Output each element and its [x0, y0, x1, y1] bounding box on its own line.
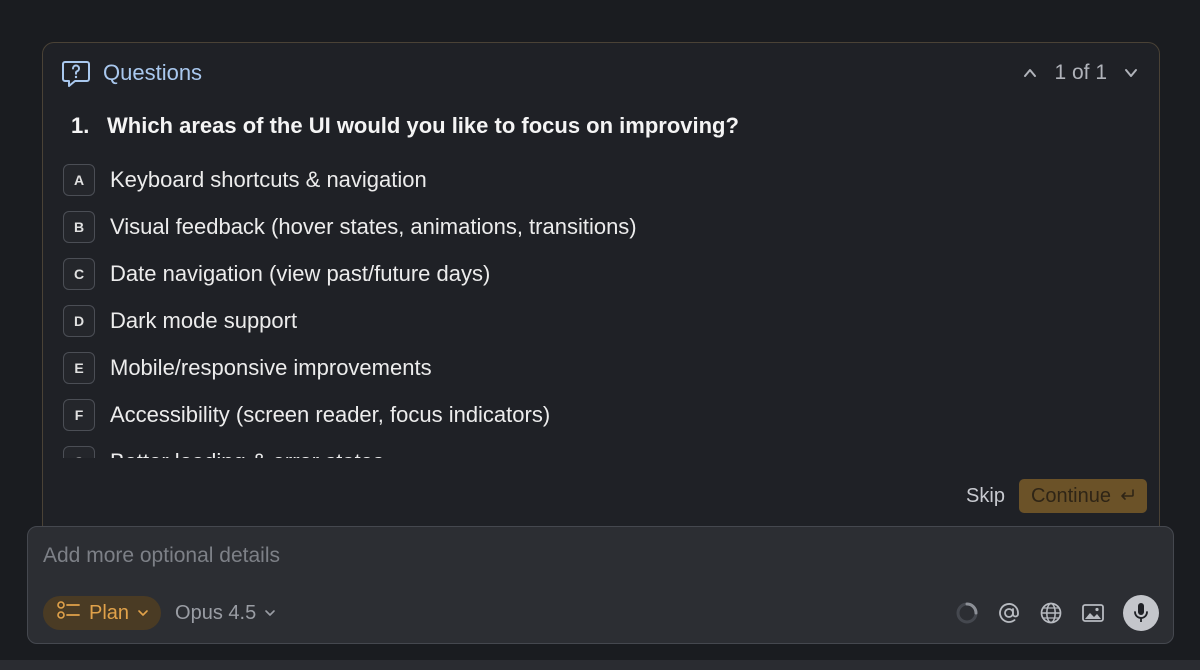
option-label: Keyboard shortcuts & navigation	[110, 166, 427, 192]
image-icon[interactable]	[1081, 601, 1105, 625]
option-key: D	[63, 304, 95, 337]
details-input[interactable]	[43, 541, 1143, 571]
microphone-icon[interactable]	[1123, 595, 1159, 631]
option-d[interactable]: D Dark mode support	[63, 297, 1063, 344]
bottom-strip	[0, 660, 1200, 670]
loading-spinner-icon	[955, 601, 979, 625]
question-number: 1.	[71, 113, 90, 138]
question-actions: Skip Continue	[966, 479, 1147, 513]
mode-selector[interactable]: Plan	[43, 596, 162, 630]
option-f[interactable]: F Accessibility (screen reader, focus in…	[63, 391, 1063, 438]
option-e[interactable]: E Mobile/responsive improvements	[63, 344, 1063, 391]
composer: Plan Opus 4.5	[27, 526, 1174, 644]
option-key: F	[63, 398, 95, 431]
option-label: Date navigation (view past/future days)	[110, 260, 491, 286]
questions-title: Questions	[103, 60, 203, 85]
skip-button[interactable]: Skip	[966, 485, 1005, 508]
continue-label: Continue	[1030, 484, 1111, 507]
option-key: B	[63, 210, 95, 243]
options-list: A Keyboard shortcuts & navigation B Visu…	[63, 156, 1063, 458]
composer-tools	[955, 595, 1159, 631]
option-label: Visual feedback (hover states, animation…	[110, 213, 637, 239]
option-label: Mobile/responsive improvements	[110, 354, 432, 380]
composer-toolbar: Plan Opus 4.5	[43, 595, 1159, 631]
chevron-up-icon[interactable]	[1020, 63, 1040, 83]
option-key: C	[63, 257, 95, 290]
question-pager: 1 of 1	[1020, 61, 1141, 85]
chevron-down-icon	[264, 602, 276, 625]
option-c[interactable]: C Date navigation (view past/future days…	[63, 250, 1063, 297]
question-heading: 1. Which areas of the UI would you like t…	[71, 113, 739, 139]
at-mention-icon[interactable]	[997, 601, 1021, 625]
chevron-down-icon	[137, 602, 149, 625]
model-selector[interactable]: Opus 4.5	[175, 602, 276, 625]
option-label: Accessibility (screen reader, focus indi…	[110, 401, 551, 427]
option-g[interactable]: G Better loading & error states	[63, 438, 1063, 458]
option-label: Better loading & error states	[110, 449, 384, 459]
continue-button[interactable]: Continue	[1018, 479, 1147, 513]
return-key-icon	[1119, 485, 1135, 508]
questions-header: Questions 1 of 1	[61, 57, 1141, 89]
globe-icon[interactable]	[1039, 601, 1063, 625]
option-a[interactable]: A Keyboard shortcuts & navigation	[63, 156, 1063, 203]
option-key: E	[63, 351, 95, 384]
questions-panel: Questions 1 of 1 1. Which areas of the UI…	[42, 42, 1160, 542]
option-key: A	[63, 163, 95, 196]
mode-label: Plan	[89, 601, 130, 624]
chevron-down-icon[interactable]	[1121, 63, 1141, 83]
question-bubble-icon	[61, 58, 91, 88]
plan-list-icon	[57, 600, 81, 626]
option-key: G	[63, 445, 95, 458]
option-b[interactable]: B Visual feedback (hover states, animati…	[63, 203, 1063, 250]
model-label: Opus 4.5	[175, 601, 257, 624]
question-text: Which areas of the UI would you like to …	[107, 113, 739, 138]
option-label: Dark mode support	[110, 307, 298, 333]
pager-label: 1 of 1	[1054, 61, 1107, 84]
